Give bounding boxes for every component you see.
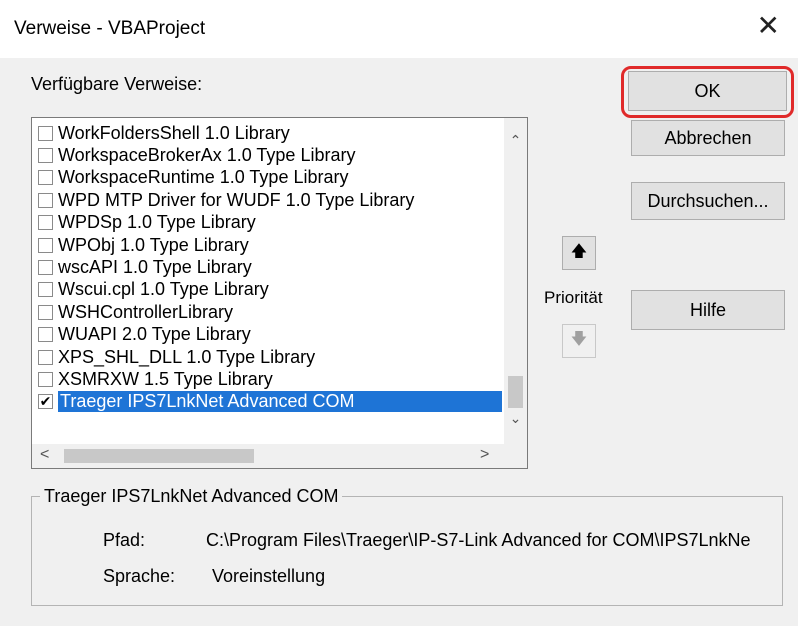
references-listbox[interactable]: WorkFoldersShell 1.0 Library WorkspaceBro… [31,117,528,469]
reference-list-item[interactable]: WPDSp 1.0 Type Library [32,212,502,234]
reference-checkbox[interactable] [38,371,53,387]
reference-label: Wscui.cpl 1.0 Type Library [58,279,269,300]
path-label: Pfad: [103,530,146,550]
window-title: Verweise - VBAProject [14,18,206,39]
vertical-scroll-thumb[interactable] [508,376,523,408]
reference-checkbox[interactable] [38,327,53,343]
priority-label: Priorität [544,288,603,307]
title-bar: Verweise - VBAProject ✕ [0,0,798,58]
references-dialog: Verweise - VBAProject ✕ Verfügbare Verwe… [0,0,798,626]
reference-list-item[interactable]: ✔ Traeger IPS7LnkNet Advanced COM [32,391,502,413]
reference-list-item[interactable]: XSMRXW 1.5 Type Library [32,368,502,390]
reference-list-item[interactable]: WSHControllerLibrary [32,301,502,323]
cancel-button[interactable]: Abbrechen [631,120,785,156]
reference-list-item[interactable]: WorkspaceRuntime 1.0 Type Library [32,167,502,189]
reference-list-item[interactable]: WorkspaceBrokerAx 1.0 Type Library [32,144,502,166]
horizontal-scrollbar[interactable]: < > [32,444,506,468]
horizontal-scroll-thumb[interactable] [64,449,254,463]
browse-button[interactable]: Durchsuchen... [631,182,785,220]
reference-label: XSMRXW 1.5 Type Library [58,368,273,389]
reference-checkbox[interactable] [38,148,53,164]
reference-checkbox[interactable] [38,192,53,208]
available-references-label: Verfügbare Verweise: [31,74,203,94]
reference-checkbox[interactable] [38,170,53,186]
reference-checkbox[interactable] [38,282,53,298]
reference-checkbox[interactable]: ✔ [38,394,53,410]
reference-label: WPDSp 1.0 Type Library [58,212,256,233]
vertical-scrollbar[interactable]: ⌃ ⌄ [504,118,527,445]
reference-label: WPObj 1.0 Type Library [58,234,249,255]
arrow-down-icon: 🡇 [570,330,588,348]
language-label: Sprache: [103,566,176,586]
reference-label: WorkspaceRuntime 1.0 Type Library [58,167,349,188]
scroll-left-icon[interactable]: < [40,446,49,464]
references-list: WorkFoldersShell 1.0 Library WorkspaceBro… [32,122,502,413]
reference-list-item[interactable]: WUAPI 2.0 Type Library [32,324,502,346]
priority-down-button[interactable]: 🡇 [562,324,596,358]
reference-checkbox[interactable] [38,125,53,141]
reference-label: Traeger IPS7LnkNet Advanced COM [58,391,502,413]
reference-label: wscAPI 1.0 Type Library [58,257,252,278]
reference-checkbox[interactable] [38,304,53,320]
reference-label: WUAPI 2.0 Type Library [58,324,251,345]
details-title: Traeger IPS7LnkNet Advanced COM [40,486,343,507]
reference-list-item[interactable]: WorkFoldersShell 1.0 Library [32,122,502,144]
priority-up-button[interactable]: 🡅 [562,236,596,270]
reference-checkbox[interactable] [38,349,53,365]
reference-label: WorkspaceBrokerAx 1.0 Type Library [58,145,356,166]
reference-label: XPS_SHL_DLL 1.0 Type Library [58,346,316,367]
reference-list-item[interactable]: XPS_SHL_DLL 1.0 Type Library [32,346,502,368]
reference-label: WorkFoldersShell 1.0 Library [58,122,290,143]
ok-highlight-ring [621,66,794,118]
reference-list-item[interactable]: Wscui.cpl 1.0 Type Library [32,279,502,301]
reference-checkbox[interactable] [38,260,53,276]
scroll-down-icon[interactable]: ⌄ [504,410,527,427]
scroll-right-icon[interactable]: > [480,446,489,464]
reference-checkbox[interactable] [38,215,53,231]
details-groupbox [31,496,783,606]
scroll-up-icon[interactable]: ⌃ [504,132,527,149]
arrow-up-icon: 🡅 [570,242,588,260]
reference-label: WSHControllerLibrary [58,301,234,322]
language-value: Voreinstellung [212,566,326,586]
reference-list-item[interactable]: WPObj 1.0 Type Library [32,234,502,256]
help-button[interactable]: Hilfe [631,290,785,330]
reference-checkbox[interactable] [38,237,53,253]
reference-list-item[interactable]: wscAPI 1.0 Type Library [32,256,502,278]
path-value: C:\Program Files\Traeger\IP-S7-Link Adva… [206,530,751,550]
close-icon[interactable]: ✕ [757,12,780,40]
scrollbar-corner [504,444,527,468]
reference-list-item[interactable]: WPD MTP Driver for WUDF 1.0 Type Library [32,189,502,211]
reference-label: WPD MTP Driver for WUDF 1.0 Type Library [58,189,415,210]
